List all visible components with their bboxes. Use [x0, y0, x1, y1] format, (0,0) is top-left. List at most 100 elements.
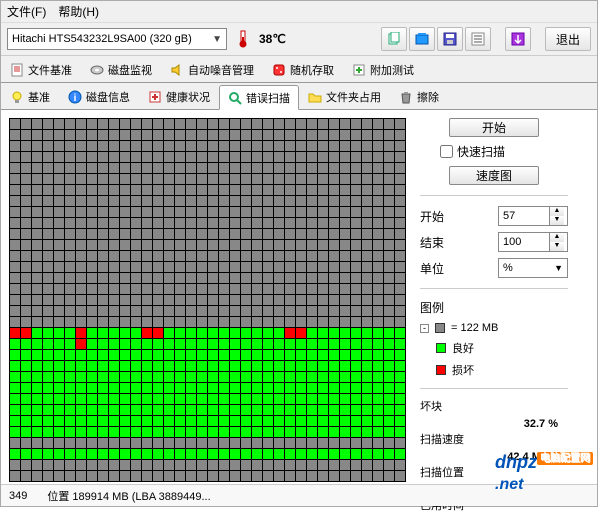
quick-scan-label: 快速扫描	[457, 143, 505, 160]
grid-cell	[98, 185, 108, 195]
tab-folder-usage[interactable]: 文件夹占用	[299, 85, 390, 109]
tab-benchmark[interactable]: 基准	[1, 85, 59, 109]
grid-cell	[252, 350, 262, 360]
start-spinner[interactable]: ▲▼	[498, 206, 568, 226]
spin-up-icon[interactable]: ▲	[550, 207, 564, 216]
grid-cell	[197, 196, 207, 206]
grid-cell	[329, 328, 339, 338]
tab-info[interactable]: i磁盘信息	[59, 85, 139, 109]
grid-cell	[164, 372, 174, 382]
start-button[interactable]: 开始	[449, 118, 539, 137]
grid-cell	[10, 372, 20, 382]
grid-cell	[329, 361, 339, 371]
tab-aam[interactable]: 自动噪音管理	[161, 58, 263, 82]
tool-copy-button[interactable]	[381, 27, 407, 51]
tree-expand-icon[interactable]: -	[420, 324, 429, 333]
grid-cell	[318, 372, 328, 382]
spin-down-icon[interactable]: ▼	[550, 216, 564, 225]
grid-cell	[142, 185, 152, 195]
grid-cell	[21, 405, 31, 415]
quick-scan-input[interactable]	[440, 145, 453, 158]
tab-error-scan[interactable]: 错误扫描	[219, 85, 299, 110]
grid-cell	[208, 141, 218, 151]
grid-cell	[351, 449, 361, 459]
tool-screenshot-button[interactable]	[409, 27, 435, 51]
grid-cell	[329, 471, 339, 481]
grid-cell	[164, 273, 174, 283]
grid-cell	[208, 306, 218, 316]
grid-cell	[219, 339, 229, 349]
spin-down-icon[interactable]: ▼	[550, 242, 564, 251]
grid-cell	[296, 438, 306, 448]
grid-cell	[87, 152, 97, 162]
grid-cell	[318, 416, 328, 426]
tool-save-button[interactable]	[437, 27, 463, 51]
grid-cell	[395, 185, 405, 195]
grid-cell	[43, 438, 53, 448]
grid-cell	[318, 185, 328, 195]
grid-cell	[395, 460, 405, 470]
end-spinner[interactable]: ▲▼	[498, 232, 568, 252]
grid-cell	[131, 141, 141, 151]
grid-cell	[21, 174, 31, 184]
grid-cell	[21, 306, 31, 316]
grid-cell	[21, 229, 31, 239]
speaker-icon	[170, 63, 184, 77]
grid-cell	[395, 273, 405, 283]
start-input[interactable]	[499, 210, 549, 222]
grid-cell	[43, 240, 53, 250]
tab-disk-monitor[interactable]: 磁盘监视	[81, 58, 161, 82]
unit-select[interactable]: % ▼	[498, 258, 568, 278]
grid-cell	[186, 372, 196, 382]
speedmap-button[interactable]: 速度图	[449, 166, 539, 185]
grid-cell	[131, 130, 141, 140]
legend-good-label: 良好	[452, 340, 474, 356]
grid-cell	[32, 141, 42, 151]
tab-health[interactable]: 健康状况	[139, 85, 219, 109]
end-input[interactable]	[499, 236, 549, 248]
tab-erase[interactable]: 擦除	[390, 85, 448, 109]
grid-cell	[175, 372, 185, 382]
grid-cell	[120, 361, 130, 371]
grid-cell	[21, 328, 31, 338]
grid-cell	[373, 339, 383, 349]
quick-scan-checkbox[interactable]: 快速扫描	[440, 143, 568, 160]
grid-cell	[142, 229, 152, 239]
drive-selector[interactable]: Hitachi HTS543232L9SA00 (320 gB) ▼	[7, 28, 227, 50]
grid-cell	[10, 284, 20, 294]
grid-cell	[21, 339, 31, 349]
grid-cell	[230, 185, 240, 195]
grid-cell	[131, 339, 141, 349]
grid-cell	[98, 163, 108, 173]
grid-cell	[208, 207, 218, 217]
grid-cell	[296, 328, 306, 338]
tool-settings-button[interactable]	[465, 27, 491, 51]
grid-cell	[296, 152, 306, 162]
grid-cell	[340, 471, 350, 481]
spin-up-icon[interactable]: ▲	[550, 233, 564, 242]
tab-extra-tests[interactable]: 附加测试	[343, 58, 423, 82]
grid-cell	[219, 438, 229, 448]
grid-cell	[384, 339, 394, 349]
exit-button[interactable]: 退出	[545, 27, 591, 51]
tab-random-access[interactable]: 随机存取	[263, 58, 343, 82]
grid-cell	[175, 471, 185, 481]
grid-cell	[43, 163, 53, 173]
grid-cell	[219, 460, 229, 470]
grid-cell	[340, 350, 350, 360]
grid-cell	[197, 339, 207, 349]
grid-cell	[296, 141, 306, 151]
grid-cell	[131, 251, 141, 261]
grid-cell	[164, 438, 174, 448]
grid-cell	[109, 438, 119, 448]
grid-cell	[10, 328, 20, 338]
grid-cell	[32, 284, 42, 294]
grid-cell	[340, 306, 350, 316]
menu-file[interactable]: 文件(F)	[7, 3, 46, 20]
grid-cell	[21, 119, 31, 129]
tab-file-benchmark[interactable]: 文件基准	[1, 58, 81, 82]
grid-cell	[373, 273, 383, 283]
tool-start-button[interactable]	[505, 27, 531, 51]
grid-cell	[32, 361, 42, 371]
menu-help[interactable]: 帮助(H)	[58, 3, 99, 20]
